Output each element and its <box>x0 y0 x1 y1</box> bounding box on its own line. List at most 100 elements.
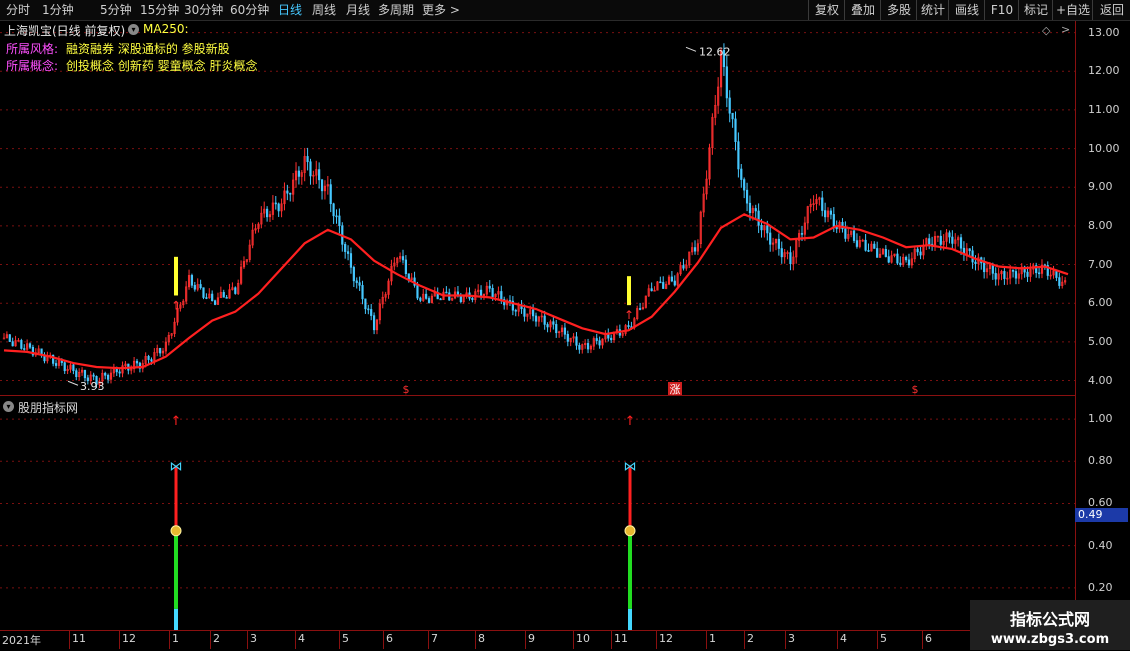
butterfly-icon: ⋈ <box>624 459 637 474</box>
candle-body <box>728 97 731 114</box>
candle-body <box>578 345 581 350</box>
candle-body <box>306 156 309 163</box>
candle-body <box>546 324 549 328</box>
time-tick <box>339 631 340 649</box>
time-tick-label: 10 <box>576 632 590 645</box>
mark-button[interactable]: 标记 <box>1018 0 1053 20</box>
candle-body <box>829 210 833 215</box>
candle-body <box>159 348 162 354</box>
tab-daily[interactable]: 日线 <box>278 0 302 20</box>
tab-1min[interactable]: 1分钟 <box>42 0 74 20</box>
indicator-tick-label: 0.20 <box>1088 580 1113 594</box>
candle-body <box>855 240 859 247</box>
price-tick-label: 7.00 <box>1088 257 1113 271</box>
candle-body <box>821 197 824 211</box>
diamond-icon[interactable]: ◇ <box>1042 24 1050 37</box>
time-tick <box>922 631 923 649</box>
price-chart-svg: ↑ ↑ 12.62 3.93 $ 涨 $ <box>0 32 1075 396</box>
draw-line-button[interactable]: 画线 <box>948 0 985 20</box>
candle-body <box>523 308 526 317</box>
time-tick-label: 4 <box>298 632 305 645</box>
candle-body <box>1037 272 1041 275</box>
time-tick-label: 4 <box>840 632 847 645</box>
candle-body <box>907 259 911 266</box>
tab-30min[interactable]: 30分钟 <box>184 0 223 20</box>
candle-body <box>199 284 202 289</box>
time-tick-label: 8 <box>478 632 485 645</box>
time-tick <box>525 631 526 649</box>
statistics-button[interactable]: 统计 <box>916 0 949 20</box>
time-tick-label: 6 <box>386 632 393 645</box>
time-tick-label: 1 <box>709 632 716 645</box>
indicator-dropdown-icon[interactable]: ▾ <box>3 401 14 412</box>
ma-dropdown-icon[interactable]: ▾ <box>128 24 139 35</box>
event-marker: $ <box>912 383 919 396</box>
time-tick <box>210 631 211 649</box>
candle-body <box>370 309 373 316</box>
candle-body <box>361 285 364 300</box>
tab-60min[interactable]: 60分钟 <box>230 0 269 20</box>
tab-more[interactable]: 更多 > <box>422 0 460 20</box>
buy-signal-arrow: ↑ <box>624 308 634 322</box>
candle-body <box>844 228 847 239</box>
candle-body <box>534 315 538 322</box>
candle-body <box>780 248 783 258</box>
candle-body <box>320 179 324 192</box>
indicator-tick-label: 1.00 <box>1088 412 1113 426</box>
candle-body <box>63 362 66 372</box>
candle-body <box>135 360 139 364</box>
time-tick <box>744 631 745 649</box>
back-button[interactable]: 返回 <box>1092 0 1130 20</box>
tab-intraday[interactable]: 分时 <box>6 0 30 20</box>
candle-body <box>297 170 301 177</box>
price-chart-panel[interactable]: ↑ ↑ 12.62 3.93 $ 涨 $ 上海凯宝(日线 前复权) ▾ MA250: 所属风… <box>0 21 1075 396</box>
indicator-chart-svg: ⋈ ↑ ⋈ ↑ <box>0 414 1075 630</box>
multi-stock-button[interactable]: 多股 <box>880 0 917 20</box>
chevron-right-icon[interactable]: > <box>1061 23 1070 36</box>
time-tick-label: 12 <box>122 632 136 645</box>
tab-multi-period[interactable]: 多周期 <box>378 0 414 20</box>
candle-body <box>427 298 431 303</box>
candle-body <box>2 337 6 340</box>
f10-button[interactable]: F10 <box>984 0 1019 20</box>
indicator-tick-label: 0.80 <box>1088 454 1113 468</box>
price-tick-label: 5.00 <box>1088 334 1113 348</box>
candle-body <box>693 247 697 252</box>
tab-5min[interactable]: 5分钟 <box>100 0 132 20</box>
candle-body <box>852 230 856 241</box>
candle-body <box>904 257 908 261</box>
adjust-price-button[interactable]: 复权 <box>808 0 845 20</box>
candle-body <box>939 235 942 245</box>
candle-body <box>1014 271 1018 279</box>
price-tick-label: 11.00 <box>1088 102 1120 116</box>
candle-body <box>318 169 321 181</box>
candle-body <box>928 238 931 245</box>
candle-body <box>586 343 590 350</box>
tab-15min[interactable]: 15分钟 <box>140 0 179 20</box>
time-tick <box>706 631 707 649</box>
candle-body <box>769 232 772 245</box>
time-tick <box>785 631 786 649</box>
tab-monthly[interactable]: 月线 <box>346 0 370 20</box>
tab-weekly[interactable]: 周线 <box>312 0 336 20</box>
add-watchlist-button[interactable]: +自选 <box>1052 0 1093 20</box>
watermark-logo: 指标公式网 www.zbgs3.com <box>970 600 1130 650</box>
candle-body <box>92 374 95 377</box>
signal-red-bar <box>174 465 178 529</box>
candle-body <box>835 227 838 230</box>
indicator-panel[interactable]: ⋈ ↑ ⋈ ↑ ▾ 股朋指标网 <box>0 398 1075 630</box>
indicator-tick-label: 0.40 <box>1088 538 1113 552</box>
overlay-button[interactable]: 叠加 <box>844 0 881 20</box>
candle-body <box>488 285 491 289</box>
time-tick-label: 12 <box>659 632 673 645</box>
candle-body <box>190 275 194 286</box>
candle-body <box>1003 271 1006 279</box>
candle-body <box>106 375 110 380</box>
candle-body <box>899 262 902 265</box>
candle-body <box>104 372 107 376</box>
candle-body <box>425 293 428 299</box>
candle-body <box>332 203 335 217</box>
candle-body <box>627 325 630 327</box>
price-tick-label: 13.00 <box>1088 25 1120 39</box>
ma250-line <box>3 213 1069 370</box>
